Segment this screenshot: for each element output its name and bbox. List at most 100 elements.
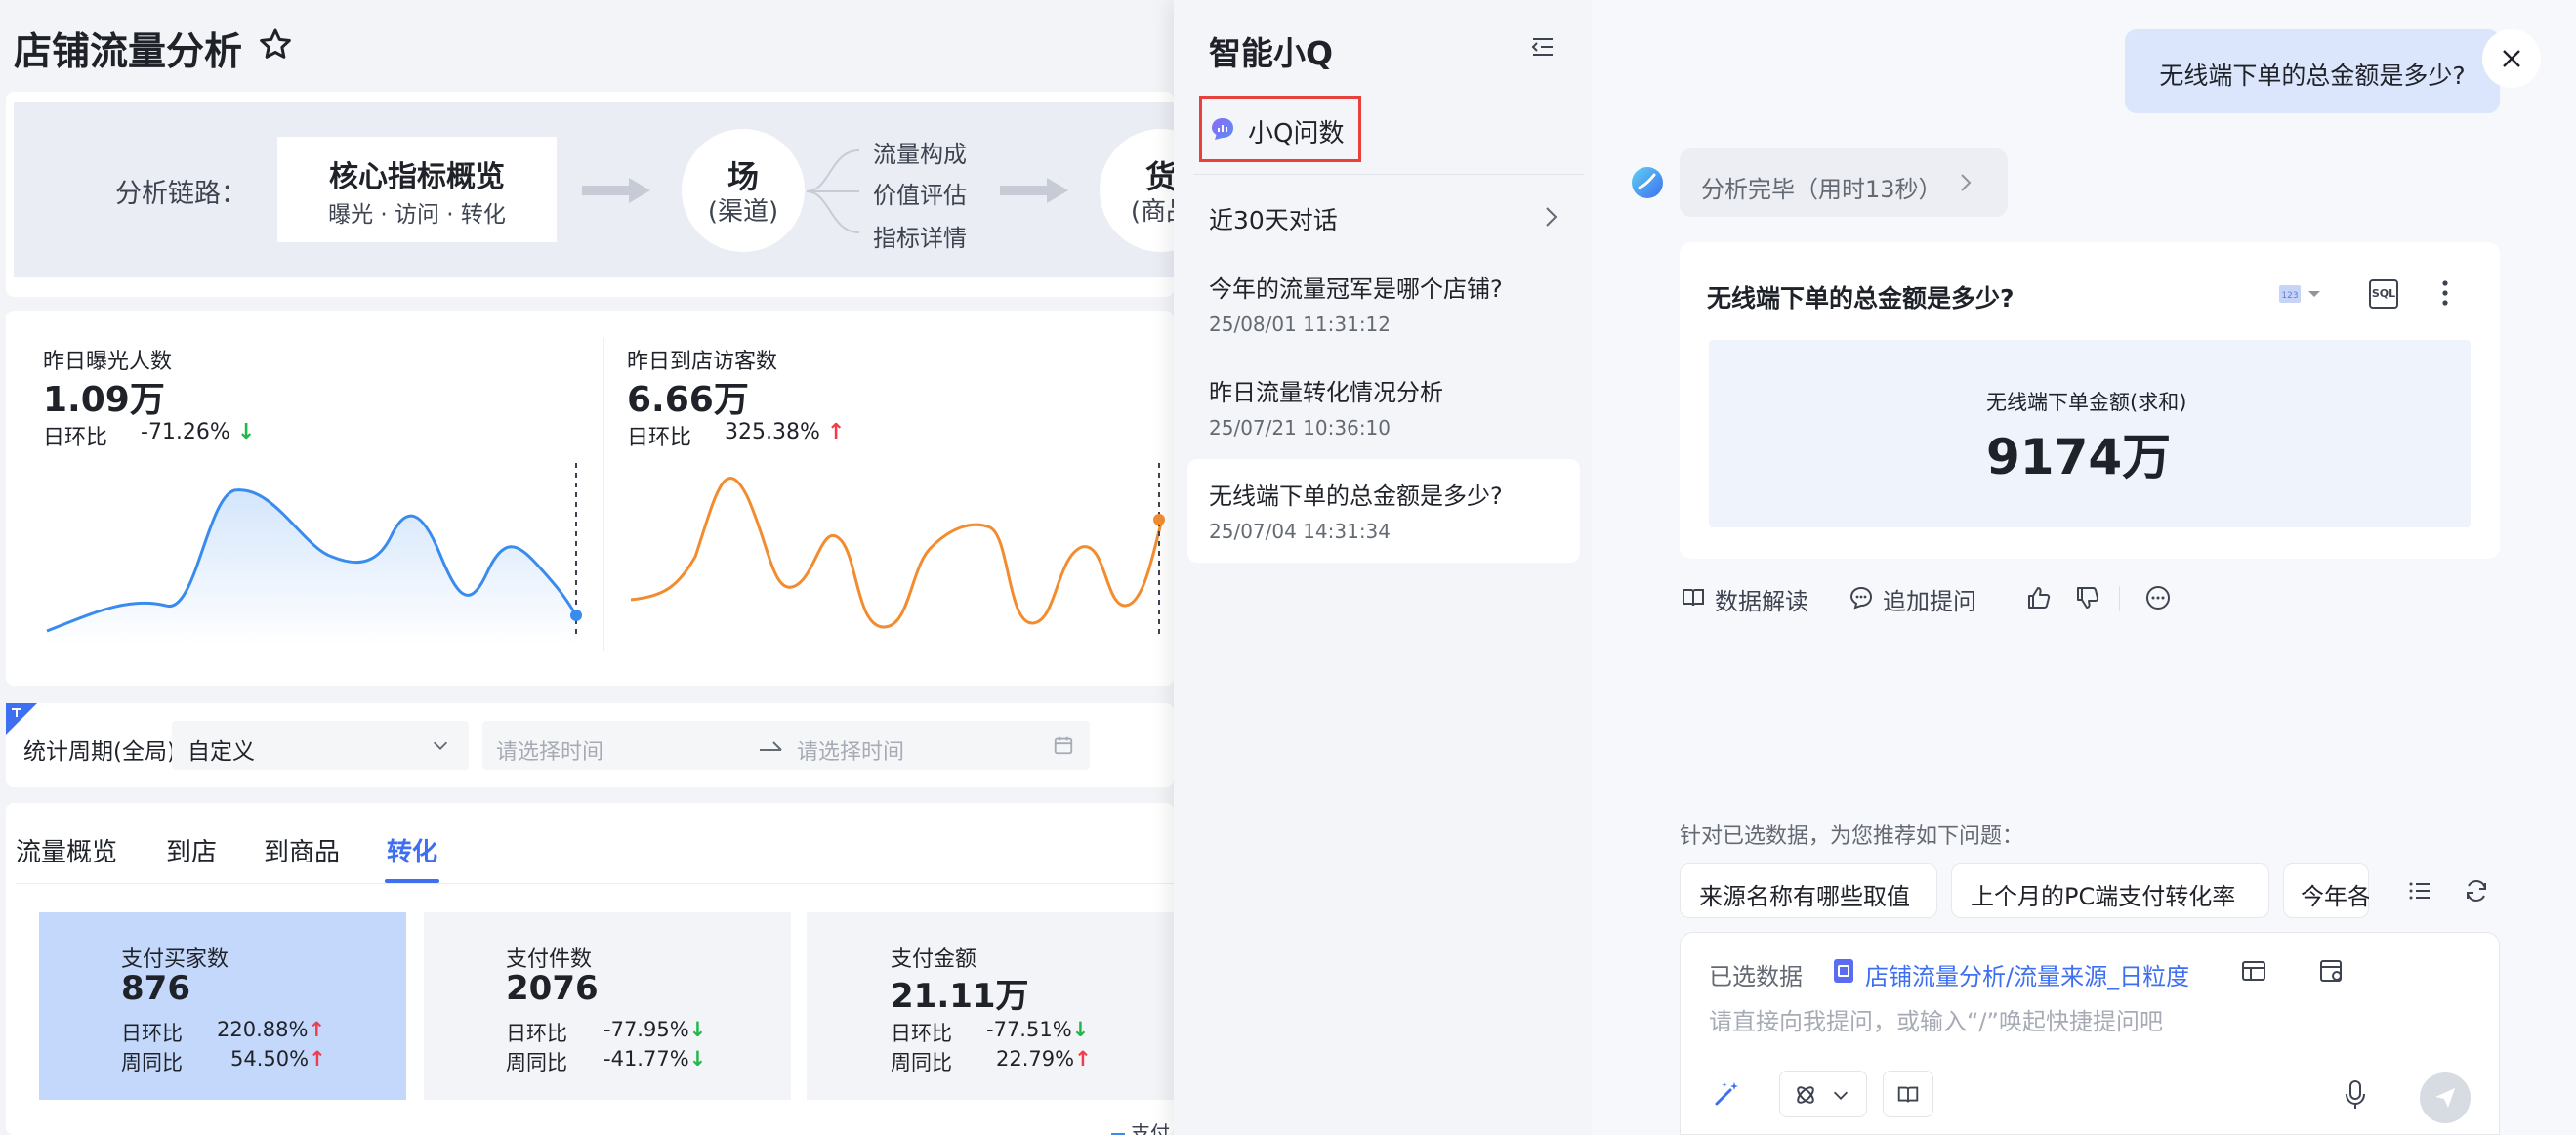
arrow-up-icon: ↑	[826, 420, 846, 444]
refresh-icon[interactable]	[2463, 877, 2490, 904]
table-settings-icon[interactable]	[2240, 957, 2267, 985]
core-metrics-sub: 曝光 · 访问 · 转化	[328, 202, 506, 228]
book-icon[interactable]	[1680, 584, 1707, 611]
user-message-text: 无线端下单的总金额是多少?	[2159, 62, 2466, 90]
kpi-row-value: 220.88%↑	[217, 1018, 325, 1041]
end-date-input[interactable]: 请选择时间	[797, 735, 904, 766]
branch-metric-details[interactable]: 指标详情	[873, 219, 967, 253]
chart-type-icon[interactable]: 123	[2277, 281, 2324, 307]
arrow-down-icon: ↓	[688, 1047, 707, 1071]
period-label: 统计周期(全局)	[23, 739, 176, 765]
history-item-title[interactable]: 今年的流量冠军是哪个店铺?	[1209, 270, 1503, 304]
kpi-row-text: -41.77%	[603, 1047, 689, 1071]
kpi-row-value: -41.77%↓	[603, 1047, 706, 1071]
more-vertical-icon[interactable]	[2435, 277, 2455, 309]
collapse-icon[interactable]	[1529, 33, 1557, 61]
kpi-row-value: -77.95%↓	[603, 1018, 706, 1041]
period-select-value: 自定义	[187, 739, 255, 765]
selected-dataset-link[interactable]: 店铺流量分析/流量来源_日粒度	[1865, 957, 2189, 991]
arrow-up-icon: ↑	[309, 1047, 326, 1071]
arrow-right-icon	[760, 741, 782, 751]
branch-traffic-composition[interactable]: 流量构成	[873, 135, 967, 169]
more-horizontal-icon[interactable]	[2144, 584, 2172, 611]
suggestion-chip-text: 上个月的PC端支付转化率	[1971, 883, 2236, 910]
data-settings-icon[interactable]	[2318, 957, 2346, 985]
goods-node-sub: (商品	[1130, 197, 1174, 227]
answer-kpi-value: 9174万	[1986, 429, 2172, 485]
send-icon	[2435, 1088, 2455, 1108]
tab-to-goods[interactable]: 到商品	[264, 832, 340, 868]
start-date-input[interactable]: 请选择时间	[496, 735, 603, 766]
arrow-up-icon: ↑	[1074, 1047, 1092, 1071]
list-icon[interactable]	[2406, 877, 2433, 904]
metric-divider	[603, 338, 604, 651]
metric-change-text: 325.38%	[725, 420, 820, 444]
assistant-title: 智能小Q	[1209, 34, 1334, 72]
follow-up-button[interactable]: 追加提问	[1883, 582, 1976, 616]
kpi-row-label: 日环比	[121, 1022, 183, 1045]
chevron-right-icon[interactable]	[1541, 203, 1562, 231]
kpi-value: 2076	[506, 969, 599, 1008]
kpi-row-value: 22.79%↑	[996, 1047, 1092, 1071]
star-icon[interactable]	[256, 25, 295, 64]
thumbs-up-icon[interactable]	[2025, 584, 2053, 611]
kpi-row-value: 54.50%↑	[230, 1047, 326, 1071]
chat-input[interactable]: 请直接向我提问，或输入“/”唤起快捷提问吧	[1709, 1002, 2163, 1036]
assistant-sidebar	[1174, 0, 1592, 1135]
calendar-icon	[1054, 736, 1073, 755]
kpi-card-buyers[interactable]	[39, 912, 406, 1100]
kpi-row-label: 日环比	[506, 1022, 567, 1045]
recent-conversations-label[interactable]: 近30天对话	[1209, 201, 1338, 236]
kpi-value: 21.11万	[891, 977, 1029, 1016]
visitor-trend-sparkline[interactable]	[627, 459, 1170, 645]
svg-text:123: 123	[2281, 291, 2298, 301]
microphone-icon[interactable]	[2342, 1078, 2369, 1112]
tab-conversion[interactable]: 转化	[387, 832, 437, 868]
analysis-status-text: 分析完毕（用时13秒）	[1701, 176, 1942, 203]
chevron-down-icon	[1833, 1091, 1849, 1100]
kpi-row-value: -77.51%↓	[986, 1018, 1089, 1041]
metric-value: 1.09万	[43, 380, 165, 420]
model-icon	[1797, 1086, 1814, 1104]
magic-wand-icon[interactable]	[1711, 1078, 1742, 1110]
arrow-down-icon: ↓	[1071, 1018, 1090, 1041]
history-item-active[interactable]	[1187, 459, 1580, 563]
kpi-card-items[interactable]	[424, 912, 791, 1100]
history-item-title[interactable]: 无线端下单的总金额是多少?	[1209, 477, 1503, 511]
legend-label: 支付	[1131, 1121, 1170, 1135]
history-item-title[interactable]: 昨日流量转化情况分析	[1209, 373, 1443, 407]
suggestion-chip-text: 今年各	[2301, 883, 2369, 910]
tab-divider	[16, 883, 1174, 884]
core-metrics-title: 核心指标概览	[329, 160, 505, 194]
chain-arrow-icon	[582, 178, 650, 203]
answer-title: 无线端下单的总金额是多少?	[1707, 284, 2015, 313]
arrow-down-icon: ↓	[236, 420, 256, 444]
chain-arrow-icon	[1000, 178, 1068, 203]
kpi-row-label: 周同比	[506, 1051, 567, 1074]
branch-value-assessment[interactable]: 价值评估	[873, 176, 967, 210]
chevron-down-icon	[433, 741, 448, 750]
metric-change-value: 325.38% ↑	[725, 420, 845, 444]
tab-traffic-overview[interactable]: 流量概览	[16, 832, 117, 868]
kpi-row-label: 周同比	[891, 1051, 952, 1074]
dataset-icon	[1834, 959, 1853, 983]
filter-tag-icon	[6, 703, 37, 735]
q-chat-icon	[1212, 118, 1233, 140]
arrow-up-icon: ↑	[308, 1018, 326, 1041]
action-divider	[2119, 586, 2120, 611]
thumbs-down-icon[interactable]	[2074, 584, 2101, 611]
metric-change-value: -71.26% ↓	[141, 420, 255, 444]
sql-button[interactable]: SQL	[2369, 279, 2398, 309]
suggestions-title: 针对已选数据，为您推荐如下问题：	[1680, 824, 2024, 849]
kpi-row-text: 54.50%	[230, 1047, 310, 1071]
follow-up-icon[interactable]	[1848, 584, 1875, 611]
metric-change-text: -71.26%	[141, 420, 230, 444]
history-item-time: 25/08/01 11:31:12	[1209, 313, 1392, 336]
book-icon	[1897, 1086, 1919, 1103]
tab-to-store[interactable]: 到店	[166, 832, 217, 868]
exposure-trend-sparkline[interactable]	[39, 459, 586, 645]
chevron-right-icon	[1961, 174, 1972, 191]
channel-node-sub: (渠道)	[707, 197, 779, 227]
data-interpretation-button[interactable]: 数据解读	[1715, 582, 1808, 616]
close-icon[interactable]	[2500, 47, 2523, 70]
